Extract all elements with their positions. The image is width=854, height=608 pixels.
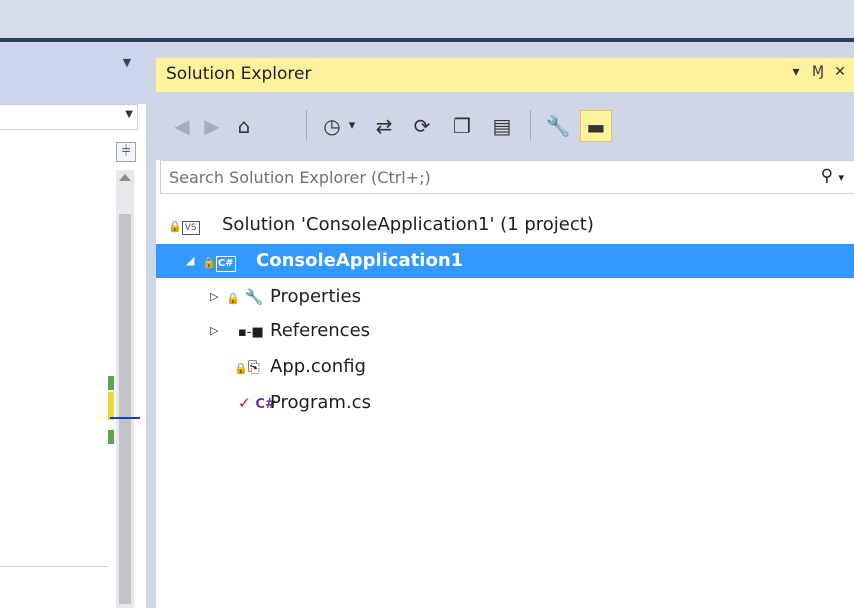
- tree-item-properties[interactable]: ▷ 🔒 🔧 Properties: [156, 280, 854, 314]
- chevron-down-icon[interactable]: ▼: [125, 109, 133, 120]
- saved-change-marker: [108, 430, 114, 444]
- preview-selected-items-icon[interactable]: ▬: [580, 110, 612, 142]
- home-icon[interactable]: ⌂: [228, 110, 260, 142]
- search-input[interactable]: Search Solution Explorer (Ctrl+;): [169, 168, 431, 187]
- solution-explorer-frame: [156, 42, 854, 58]
- saved-change-marker: [108, 376, 114, 390]
- tree-item-references[interactable]: ▷ ▪-■ References: [156, 314, 854, 348]
- navigation-dropdown[interactable]: ▼: [0, 104, 138, 130]
- tree-item-label: App.config: [270, 356, 366, 377]
- search-icon[interactable]: ⚲ ▾: [821, 166, 844, 186]
- split-window-button[interactable]: ⫩: [116, 142, 136, 162]
- references-icon: ▪-■: [238, 325, 264, 340]
- divider: [0, 566, 108, 567]
- tree-item-project[interactable]: ◢ 🔒 C# ConsoleApplication1: [156, 244, 854, 278]
- scroll-up-icon[interactable]: [119, 174, 131, 181]
- collapsed-arrow-icon[interactable]: ▷: [210, 314, 218, 348]
- editor-vertical-scrollbar[interactable]: [116, 170, 134, 608]
- expanded-arrow-icon[interactable]: ◢: [186, 244, 194, 278]
- caret-position-marker: [110, 417, 140, 419]
- csharp-project-icon: 🔒 C#: [202, 244, 236, 280]
- tree-item-label: References: [270, 320, 371, 341]
- window-top-strip: [0, 0, 854, 42]
- forward-icon[interactable]: ▶: [196, 110, 228, 142]
- solution-icon: 🔒 VS: [168, 208, 200, 244]
- collapse-all-icon[interactable]: ❐: [446, 110, 478, 142]
- unsaved-change-marker: [108, 392, 114, 420]
- refresh-icon[interactable]: ⟳: [406, 110, 438, 142]
- properties-wrench-icon[interactable]: 🔧: [542, 110, 574, 142]
- pin-icon[interactable]: Ɱ: [808, 64, 828, 80]
- toolbar-separator: [306, 110, 307, 140]
- tree-item-label: Program.cs: [270, 392, 371, 413]
- search-box[interactable]: Search Solution Explorer (Ctrl+;) ⚲ ▾: [160, 160, 854, 194]
- close-icon[interactable]: ✕: [830, 64, 850, 80]
- tree-item-label: Solution 'ConsoleApplication1' (1 projec…: [222, 214, 594, 235]
- collapsed-arrow-icon[interactable]: ▷: [210, 280, 218, 314]
- scrollbar-thumb[interactable]: [119, 214, 131, 604]
- editor-tab-bar: ▼: [0, 42, 146, 104]
- split-icon: ⫩: [121, 142, 131, 160]
- chevron-down-icon[interactable]: ▾: [342, 110, 362, 142]
- chevron-down-icon[interactable]: ▼: [120, 56, 134, 70]
- back-icon[interactable]: ◀: [166, 110, 198, 142]
- solution-explorer-title-bar[interactable]: Solution Explorer ▾ Ɱ ✕: [156, 58, 854, 92]
- chevron-down-icon[interactable]: ▾: [838, 171, 844, 184]
- config-file-icon: 🔒⎘: [234, 358, 260, 376]
- tree-item-solution[interactable]: 🔒 VS Solution 'ConsoleApplication1' (1 pr…: [156, 208, 854, 242]
- panel-title: Solution Explorer: [166, 64, 312, 84]
- tree-item-app-config[interactable]: 🔒⎘ App.config: [156, 350, 854, 384]
- tree-item-label: ConsoleApplication1: [256, 250, 464, 271]
- show-all-files-icon[interactable]: ▤: [486, 110, 518, 142]
- tree-item-program-cs[interactable]: ✓ C# Program.cs: [156, 386, 854, 420]
- properties-icon: 🔒 🔧: [226, 288, 264, 306]
- tree-item-label: Properties: [270, 286, 361, 307]
- sync-with-active-document-icon[interactable]: ⇄: [368, 110, 400, 142]
- window-position-dropdown-icon[interactable]: ▾: [786, 64, 806, 80]
- toolbar-separator: [530, 110, 531, 140]
- pane-splitter[interactable]: [146, 42, 156, 608]
